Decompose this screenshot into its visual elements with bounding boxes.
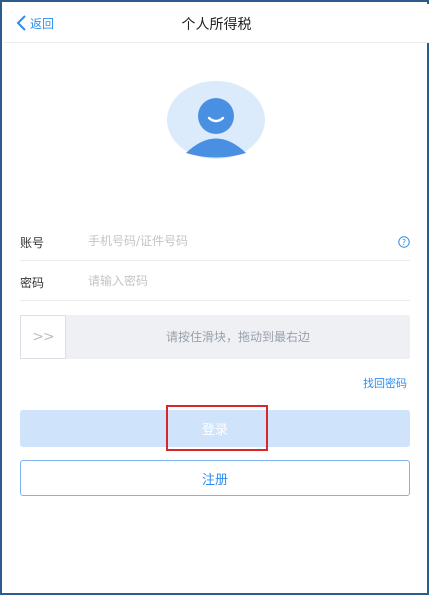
page-title: 个人所得税 xyxy=(181,17,252,33)
forgot-password-link[interactable]: 找回密码 xyxy=(363,375,407,391)
register-button[interactable]: 注册 xyxy=(20,460,410,496)
slider-verification: >> 请按住滑块，拖动到最右边 xyxy=(20,315,410,359)
login-button[interactable]: 登录 xyxy=(20,410,410,447)
slider-handle[interactable]: >> xyxy=(20,315,66,359)
nav-bar: 返回 个人所得税 xyxy=(4,4,429,43)
slider-hint: 请按住滑块，拖动到最右边 xyxy=(165,330,310,344)
account-input[interactable] xyxy=(88,230,378,252)
account-label: 账号 xyxy=(20,236,45,250)
password-label: 密码 xyxy=(20,276,45,290)
password-input[interactable] xyxy=(88,270,378,292)
svg-text:?: ? xyxy=(402,238,406,247)
question-circle-icon[interactable]: ? xyxy=(398,236,410,248)
user-avatar-icon xyxy=(167,81,265,159)
app-frame: 返回 个人所得税 账号 ? 密码 >> 请按住滑块，拖动到最右边 找回密码 登录… xyxy=(0,0,429,595)
password-row: 密码 xyxy=(20,264,410,301)
account-row: 账号 ? xyxy=(20,224,410,261)
